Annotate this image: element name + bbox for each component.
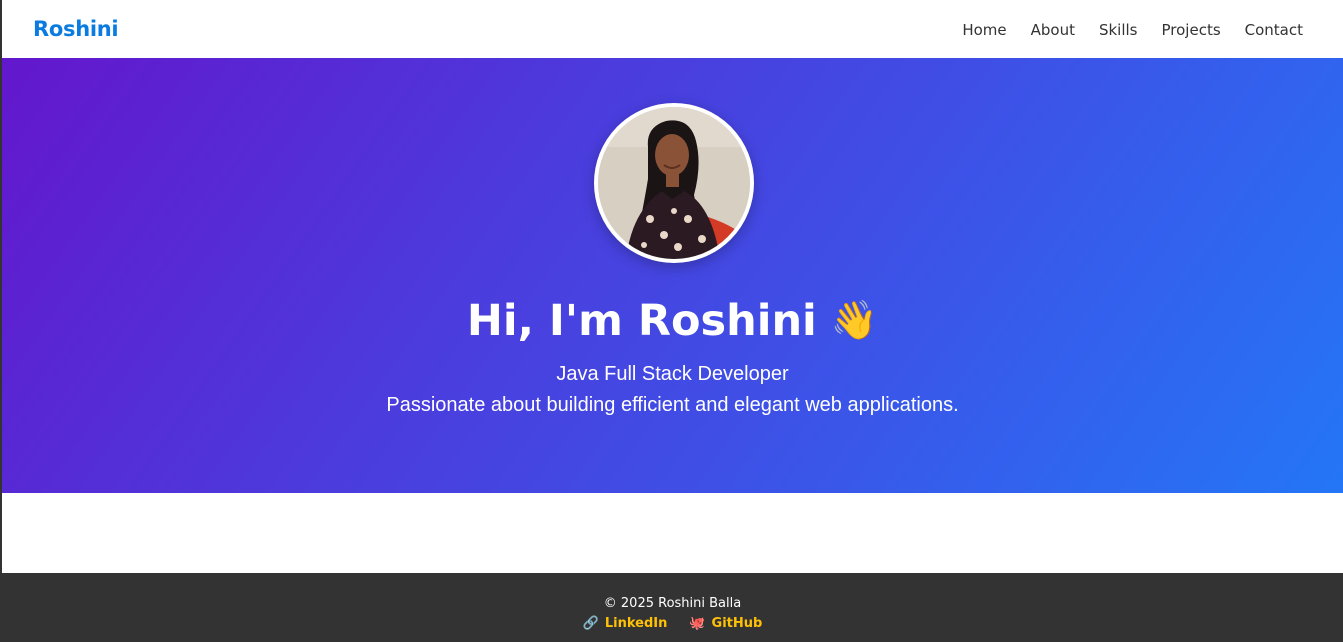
social-links: 🔗 LinkedIn 🐙 GitHub [2,615,1343,632]
hero-title-text: Hi, I'm Roshini [466,296,817,346]
nav-link-projects[interactable]: Projects [1162,21,1221,39]
page: Roshini Home About Skills Projects Conta… [0,0,1343,642]
linkedin-label: LinkedIn [604,616,668,631]
link-icon: 🔗 [582,616,599,631]
nav-link-about[interactable]: About [1031,21,1075,39]
hero-role: Java Full Stack Developer [556,363,789,385]
profile-photo [594,103,754,263]
copyright-text: © 2025 Roshini Balla [603,596,742,611]
hero-title: Hi, I'm Roshini 👋 [2,290,1343,351]
hero-tagline: Passionate about building efficient and … [386,394,959,416]
nav-link-home[interactable]: Home [962,21,1006,39]
github-link[interactable]: 🐙 GitHub [689,615,762,632]
footer: © 2025 Roshini Balla 🔗 LinkedIn 🐙 GitHub [2,573,1343,642]
octocat-icon: 🐙 [689,616,706,631]
nav-link-contact[interactable]: Contact [1245,21,1303,39]
brand-logo[interactable]: Roshini [33,17,119,41]
github-label: GitHub [711,616,763,631]
waving-hand-icon: 👋 [830,298,879,342]
nav-menu: Home About Skills Projects Contact [962,20,1303,39]
nav-link-skills[interactable]: Skills [1099,21,1138,39]
linkedin-link[interactable]: 🔗 LinkedIn [583,615,668,632]
hero-section: Hi, I'm Roshini 👋 Java Full Stack Develop… [2,58,1343,493]
navbar: Roshini Home About Skills Projects Conta… [2,0,1343,58]
